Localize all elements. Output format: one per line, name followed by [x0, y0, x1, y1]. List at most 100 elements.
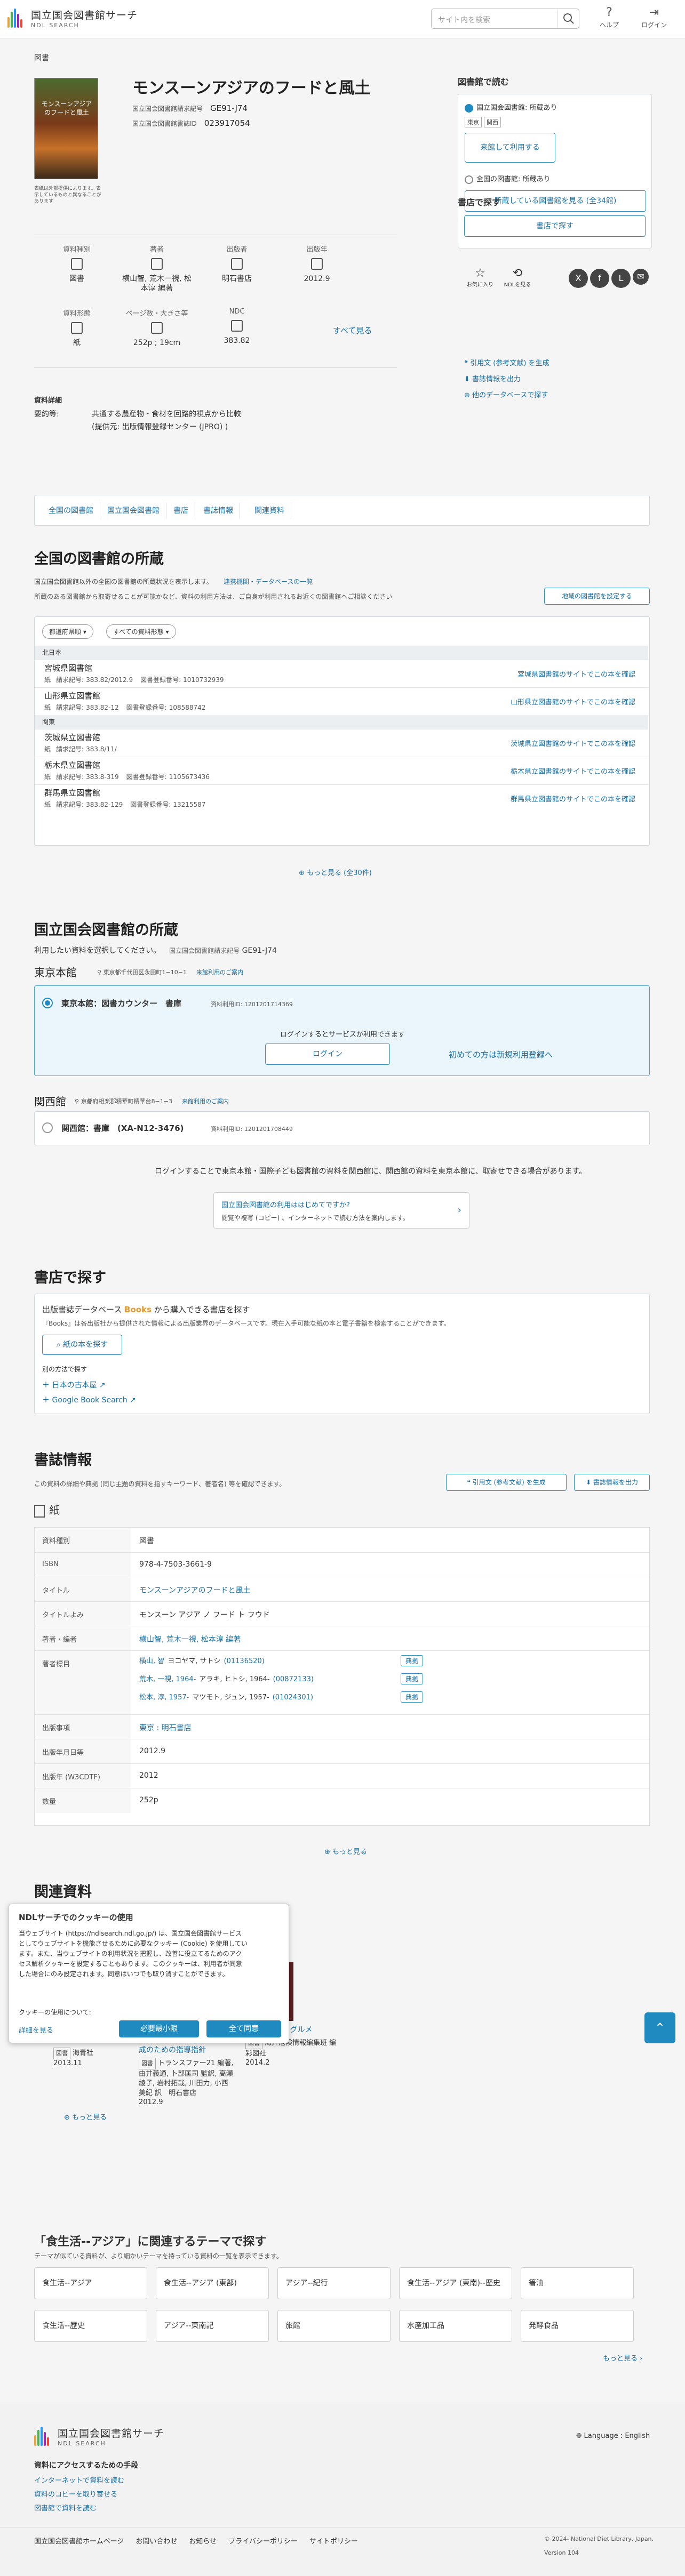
paper-icon	[34, 1504, 45, 1518]
help-link[interactable]: ? ヘルプ	[593, 6, 625, 29]
theme-chip[interactable]: アジア--東南記	[156, 2310, 269, 2342]
recommend-button[interactable]: ⟲ NDLを見る	[501, 267, 533, 288]
footer-bottom-link[interactable]: サイトポリシー	[309, 2538, 358, 2546]
tokyo-guide-link[interactable]: 来館利用のご案内	[196, 969, 243, 976]
library-name[interactable]: 宮城県図書館	[44, 662, 92, 673]
cookie-reject-button[interactable]: 必要最小限	[119, 2020, 199, 2037]
library-site-label: 宮城県図書館のサイトでこの本を確認	[517, 671, 635, 679]
theme-chip[interactable]: アジア--紀行	[277, 2267, 391, 2299]
logo-subtitle: NDL SEARCH	[31, 22, 79, 29]
related-title: 関連資料	[34, 1884, 92, 1900]
theme-chip[interactable]: 箸油	[521, 2267, 634, 2299]
language-switch[interactable]: 🌐︎ Language : English	[576, 2432, 650, 2440]
library-name[interactable]: 栃木県立図書館	[44, 759, 100, 771]
tab-4[interactable]: 関連資料	[248, 503, 291, 519]
register-link[interactable]: 初めての方は新規利用登録へ	[449, 1049, 553, 1060]
bib-title: 書誌情報	[34, 1452, 92, 1468]
theme-chip[interactable]: 旅館	[277, 2310, 391, 2342]
theme-chip[interactable]: 水産加工品	[399, 2310, 512, 2342]
site-logo[interactable]: 国立国会図書館サーチ NDL SEARCH	[7, 7, 138, 29]
author-id[interactable]: (01024301)	[273, 1694, 313, 1702]
cite-link[interactable]: ❝ 引用文 (参考文献) を生成	[464, 357, 549, 367]
tab-0[interactable]: 全国の図書館	[42, 503, 100, 519]
bib-table: 資料種別 図書 ISBN 978-4-7503-3661-9 タイトル モンスーンアジアの…	[34, 1527, 650, 1826]
kansai-guide-link[interactable]: 来館利用のご案内	[182, 1098, 229, 1105]
tab-3[interactable]: 書誌情報	[197, 503, 240, 519]
footer-link-copy[interactable]: 資料のコピーを取り寄せる	[34, 2489, 117, 2499]
ruler-icon	[151, 322, 163, 334]
x-share-icon[interactable]: X	[569, 269, 588, 288]
login-link[interactable]: ⇥ ログイン	[638, 6, 670, 29]
footer-logo[interactable]: 国立国会図書館サーチ NDL SEARCH	[34, 2426, 164, 2447]
cookie-detail-link[interactable]: 詳細を見る	[19, 2025, 53, 2035]
version-number: 104	[567, 2549, 579, 2556]
line-share-icon[interactable]: L	[611, 269, 631, 288]
author-id[interactable]: (00872133)	[273, 1675, 314, 1683]
bib-output-button[interactable]: ⬇ 書誌情報を出力	[574, 1474, 650, 1491]
google-books-link[interactable]: ＋ Google Book Search ↗	[42, 1394, 136, 1405]
search-input[interactable]: サイト内を検索	[431, 9, 579, 29]
footer-bottom-link[interactable]: 国立国会図書館ホームページ	[34, 2538, 124, 2546]
footer-bottom-link[interactable]: お問い合わせ	[136, 2538, 177, 2546]
bib-cite-button[interactable]: ❝ 引用文 (参考文献) を生成	[446, 1474, 567, 1491]
see-all-link[interactable]: すべて見る	[333, 325, 372, 336]
set-region-button[interactable]: 地域の図書館を設定する	[544, 588, 650, 605]
library-site-link[interactable]: 宮城県図書館のサイトでこの本を確認	[517, 669, 635, 679]
theme-chip[interactable]: 食生活--歴史	[34, 2310, 147, 2342]
themes-more-link[interactable]: もっと見る ›	[603, 2353, 642, 2363]
mail-share-icon[interactable]: ✉	[633, 269, 649, 285]
author-name-link[interactable]: 松本, 淳, 1957-	[139, 1694, 189, 1702]
library-site-link[interactable]: 群馬県立図書館のサイトでこの本を確認	[511, 793, 635, 804]
library-name[interactable]: 群馬県立図書館	[44, 787, 100, 798]
scroll-top-button[interactable]: ⌃	[644, 2012, 675, 2043]
partner-db-link[interactable]: 連携機関・データベースの一覧	[224, 578, 313, 585]
search-button[interactable]	[557, 9, 579, 28]
other-db-link[interactable]: ⊕ 他のデータベースで探す	[464, 389, 548, 399]
authority-button[interactable]: 典拠	[401, 1673, 424, 1684]
related-tag: 図書	[139, 2058, 156, 2069]
paper-badge: 紙	[44, 676, 51, 684]
footer-link-read-library[interactable]: 図書館で資料を読む	[34, 2502, 97, 2513]
material-filter-dropdown[interactable]: すべての資料形態 ▾	[106, 624, 176, 639]
cookie-accept-button[interactable]: 全て同意	[206, 2020, 281, 2037]
first-time-banner[interactable]: 国立国会図書館の利用ははじめてですか? 閲覧や複写 (コピー) 、インターネット…	[213, 1192, 469, 1229]
theme-chip[interactable]: 食生活--アジア (東南)--歴史	[399, 2267, 512, 2299]
bib-output-link[interactable]: ⬇ 書誌情報を出力	[464, 373, 521, 383]
tab-2[interactable]: 書店	[167, 503, 195, 519]
related-more-link[interactable]: ⊕ もっと見る	[64, 2112, 107, 2122]
footer-bottom-link[interactable]: プライバシーポリシー	[228, 2538, 298, 2546]
library-name[interactable]: 茨城県立図書館	[44, 732, 100, 743]
author-name-link[interactable]: 荒木, 一視, 1964-	[139, 1675, 196, 1683]
favorite-button[interactable]: ☆ お気に入り	[464, 267, 496, 288]
related-date: 2012.9	[139, 2098, 163, 2106]
details-heading: 資料詳細	[34, 397, 62, 405]
kansai-radio[interactable]	[42, 1122, 53, 1133]
bib-more-link[interactable]: ⊕ もっと見る	[324, 1846, 367, 1856]
related-date: 2014.2	[245, 2059, 270, 2067]
kosho-link[interactable]: ＋ 日本の古本屋 ↗	[42, 1379, 106, 1390]
bookstore-button[interactable]: 書店で探す	[464, 215, 646, 237]
tokyo-radio[interactable]	[42, 998, 53, 1008]
bib-value-text: 252p	[139, 1796, 158, 1804]
authority-button[interactable]: 典拠	[401, 1691, 424, 1703]
theme-chip[interactable]: 発酵食品	[521, 2310, 634, 2342]
footer-bottom-link[interactable]: お知らせ	[189, 2538, 217, 2546]
pref-sort-dropdown[interactable]: 都道府県順 ▾	[42, 624, 93, 639]
national-more-link[interactable]: ⊕ もっと見る (全30件)	[299, 867, 372, 877]
library-site-link[interactable]: 山形県立図書館のサイトでこの本を確認	[511, 696, 635, 707]
find-paper-button[interactable]: ⌕ 紙の本を探す	[42, 1335, 122, 1355]
library-site-link[interactable]: 茨城県立図書館のサイトでこの本を確認	[511, 738, 635, 748]
theme-chip[interactable]: 食生活--アジア (東部)	[156, 2267, 269, 2299]
login-button[interactable]: ログイン	[265, 1044, 390, 1065]
library-name[interactable]: 山形県立図書館	[44, 690, 100, 701]
footer-link-read-online[interactable]: インターネットで資料を読む	[34, 2475, 124, 2485]
authority-button[interactable]: 典拠	[401, 1655, 424, 1666]
facebook-share-icon[interactable]: f	[590, 269, 609, 288]
author-name-link[interactable]: 横山, 智	[139, 1657, 164, 1665]
library-site-link[interactable]: 栃木県立図書館のサイトでこの本を確認	[511, 766, 635, 776]
visit-button[interactable]: 来館して利用する	[465, 133, 555, 163]
bib-value: モンスーン アジア ノ フード ト フウド	[139, 1609, 270, 1620]
theme-chip[interactable]: 食生活--アジア	[34, 2267, 147, 2299]
tab-1[interactable]: 国立国会図書館	[101, 503, 166, 519]
author-id[interactable]: (01136520)	[224, 1657, 265, 1665]
